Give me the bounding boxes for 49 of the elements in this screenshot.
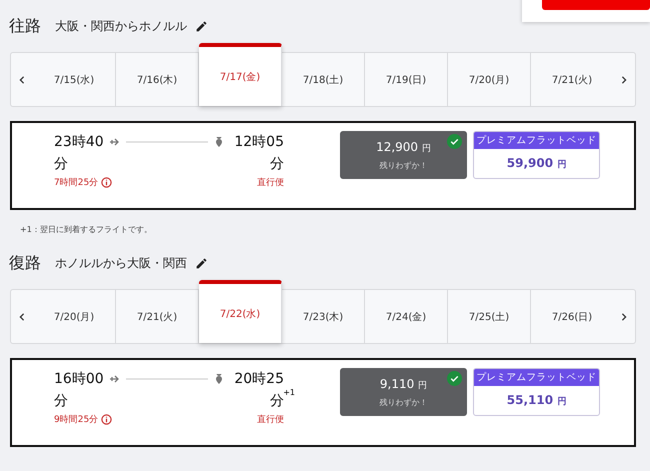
- nonstop-text: 直行便: [257, 414, 284, 426]
- price-text: 9,110: [380, 377, 414, 391]
- fare-class-label: プレミアムフラットベッド: [474, 132, 599, 149]
- date-tab[interactable]: 7/24(金): [365, 290, 448, 343]
- fare-option[interactable]: プレミアムフラットベッド 59,900 円: [473, 131, 600, 179]
- check-icon: [447, 371, 462, 386]
- date-tab[interactable]: 7/19(日): [365, 53, 448, 106]
- route-text: ホノルルから大阪・関西: [55, 254, 187, 272]
- seats-left-text: 残りわずか！: [378, 160, 428, 171]
- duration-text: 9時間25分: [54, 414, 98, 426]
- date-tab[interactable]: 7/15(水): [33, 53, 116, 106]
- fare-class-label: プレミアムフラットベッド: [474, 369, 599, 386]
- currency-text: 円: [418, 381, 428, 391]
- edit-icon[interactable]: [195, 20, 208, 32]
- direction-title: 復路: [9, 252, 41, 274]
- info-icon[interactable]: [101, 414, 112, 425]
- duration-text: 7時間25分: [54, 176, 98, 189]
- fare-option[interactable]: プレミアムフラットベッド 55,110 円: [473, 368, 600, 416]
- date-tab[interactable]: 7/17(金): [199, 43, 282, 106]
- direction-title: 往路: [9, 16, 41, 36]
- fare-option[interactable]: 9,110 円 残りわずか！: [340, 368, 467, 416]
- date-tab[interactable]: 7/23(木): [282, 290, 365, 343]
- currency-text: 円: [422, 144, 431, 154]
- date-tab[interactable]: 7/26(日): [531, 290, 613, 343]
- arrival-time: 12時05分: [233, 133, 284, 174]
- date-tab[interactable]: 7/22(水): [199, 280, 282, 343]
- fare-option[interactable]: 12,900 円 残りわずか！: [340, 131, 467, 179]
- date-tab[interactable]: 7/20(月): [448, 53, 531, 106]
- footnote-text: +1：翌日に到着するフライトです。: [20, 224, 153, 236]
- price-text: 55,110: [506, 393, 554, 407]
- date-tab[interactable]: 7/18(土): [282, 53, 365, 106]
- route-text: 大阪・関西からホノルル: [55, 18, 187, 34]
- info-icon[interactable]: [101, 177, 112, 188]
- edit-icon[interactable]: [195, 256, 208, 270]
- next-day-mark: +1: [283, 388, 295, 397]
- price-text: 12,900: [376, 140, 418, 154]
- price-text: 59,900: [506, 156, 554, 170]
- currency-text: 円: [557, 160, 566, 170]
- nonstop-text: 直行便: [257, 176, 284, 189]
- date-tab[interactable]: 7/25(土): [448, 290, 531, 343]
- currency-text: 円: [557, 397, 566, 407]
- departure-time: 16時00分: [54, 370, 105, 411]
- departure-time: 23時40分: [54, 133, 105, 174]
- flight-card[interactable]: 23時40分 12時05分 7時間25分 直行便 12,900 円 残りわずか！ プレミアムフラットベッド 59,900 円: [10, 121, 636, 210]
- check-icon: [447, 134, 462, 149]
- date-tab[interactable]: 7/21(火): [531, 53, 613, 106]
- date-tab[interactable]: 7/20(月): [33, 290, 116, 343]
- seats-left-text: 残りわずか！: [378, 397, 428, 408]
- arrival-time: 20時25分: [233, 370, 284, 411]
